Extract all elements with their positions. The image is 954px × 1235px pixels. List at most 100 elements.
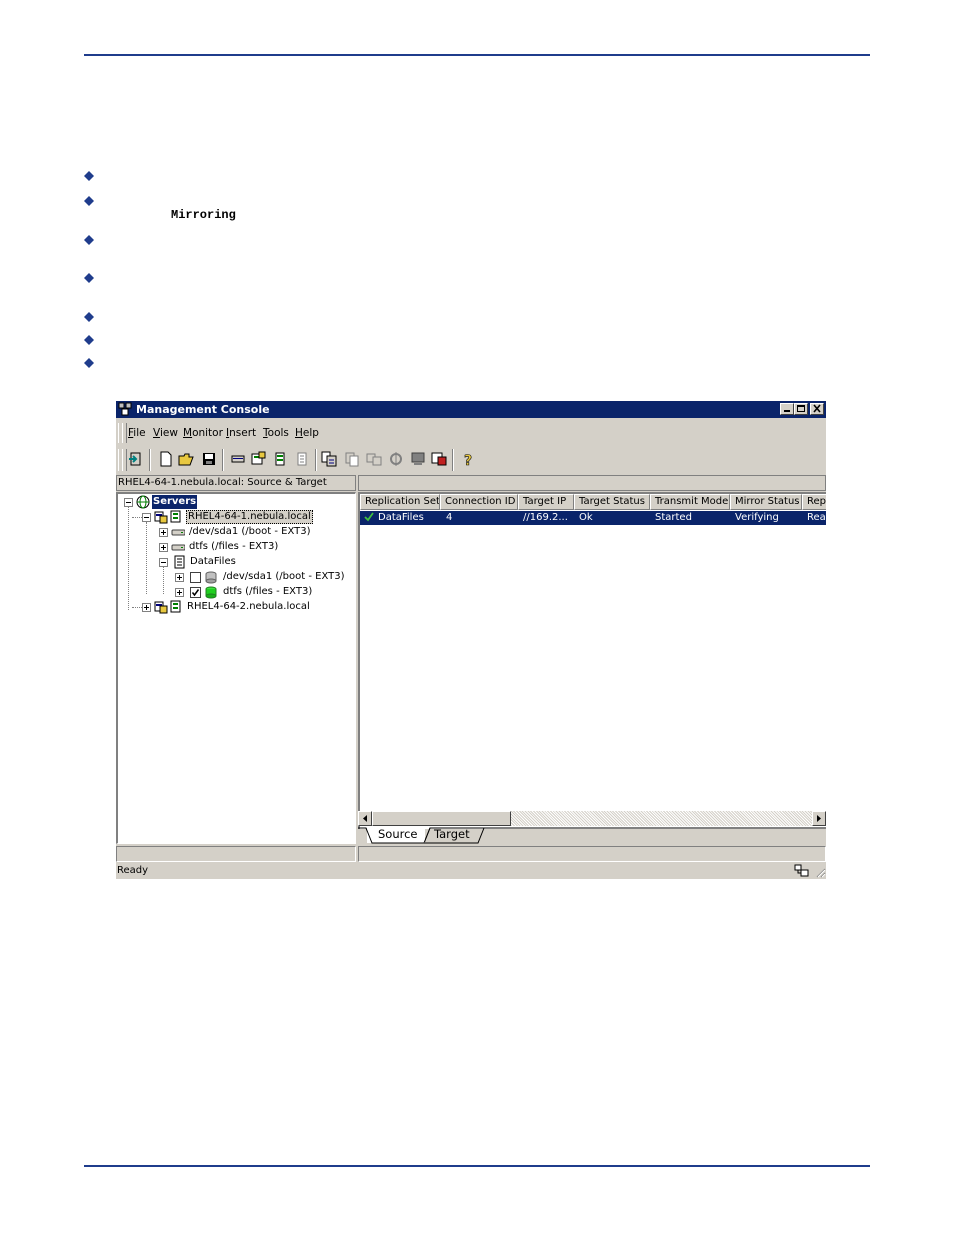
tree-node-sda1[interactable]: /dev/sda1 (/boot - EXT3)	[118, 525, 348, 539]
open-folder-icon[interactable]	[178, 451, 194, 467]
server-source-icon	[154, 600, 168, 614]
column-header-mirror-status[interactable]: Mirror Status	[730, 494, 802, 510]
server-group-icon[interactable]	[272, 451, 288, 467]
status-text: Ready	[117, 865, 149, 876]
drive-icon	[171, 525, 185, 539]
properties-icon[interactable]	[294, 451, 310, 467]
column-header-connection-id[interactable]: Connection ID	[440, 494, 518, 510]
servers-globe-icon	[136, 495, 150, 509]
status-bar: Ready	[116, 864, 826, 879]
bullet-diamond-icon	[84, 358, 94, 368]
menu-insert[interactable]: Insert	[226, 427, 256, 439]
app-icon	[118, 402, 132, 416]
minimize-button[interactable]	[780, 403, 794, 415]
tree-node-server1[interactable]: RHEL4-64-1.nebula.local	[118, 510, 348, 524]
column-header-transmit-mode[interactable]: Transmit Mode	[650, 494, 730, 510]
close-button[interactable]	[810, 403, 824, 415]
server-icon[interactable]	[230, 451, 246, 467]
tree-label: DataFiles	[190, 556, 236, 567]
checked-checkbox[interactable]	[190, 587, 201, 598]
add-server-icon[interactable]	[250, 451, 266, 467]
scroll-left-button[interactable]	[358, 811, 372, 826]
expand-icon[interactable]	[142, 603, 151, 612]
toolbar: ?	[116, 447, 826, 473]
expand-icon[interactable]	[175, 588, 184, 597]
bullet-diamond-icon	[84, 196, 94, 206]
tree-label: /dev/sda1 (/boot - EXT3)	[189, 526, 311, 537]
maximize-button[interactable]	[794, 403, 808, 415]
column-header-target-ip[interactable]: Target IP	[518, 494, 574, 510]
collapse-icon[interactable]	[142, 513, 151, 522]
tree-label: RHEL4-64-2.nebula.local	[187, 601, 310, 612]
bullet-diamond-icon	[84, 235, 94, 245]
cell-rep: Rea	[807, 512, 826, 523]
left-status-panel	[116, 846, 356, 862]
server-tree: Servers RHEL4-64-1.nebula.local /dev/sda…	[116, 492, 356, 844]
mirroring-term: Mirroring	[171, 208, 236, 222]
cell-mirror-status: Verifying	[735, 512, 779, 523]
resize-grip-icon[interactable]	[814, 866, 826, 879]
column-header-rep[interactable]: Rep	[802, 494, 826, 510]
column-header-replication-set[interactable]: Replication Set	[360, 494, 440, 510]
tab-target[interactable]: Target	[434, 827, 470, 841]
toolbar-grip[interactable]	[122, 449, 127, 471]
expand-icon[interactable]	[175, 573, 184, 582]
green-disk-icon	[204, 585, 218, 599]
tree-node-dtfs[interactable]: dtfs (/files - EXT3)	[118, 540, 348, 554]
monitor-icon[interactable]	[410, 451, 426, 467]
cell-target-ip: //169.2...	[523, 512, 568, 523]
scroll-track[interactable]	[511, 811, 812, 826]
connection-list: Replication Set Connection ID Target IP …	[358, 492, 826, 829]
window-titlebar[interactable]: Management Console	[116, 401, 826, 418]
column-header-target-status[interactable]: Target Status	[574, 494, 650, 510]
tree-node-sub-sda1[interactable]: /dev/sda1 (/boot - EXT3)	[118, 570, 348, 584]
tree-node-sub-dtfs[interactable]: dtfs (/files - EXT3)	[118, 585, 348, 599]
tab-outline	[358, 827, 826, 844]
drive-icon	[171, 540, 185, 554]
menu-tools[interactable]: Tools	[263, 427, 289, 439]
unchecked-checkbox[interactable]	[190, 572, 201, 583]
menu-file[interactable]: File	[128, 427, 146, 439]
replication-set-icon[interactable]	[321, 451, 337, 467]
connection-icon[interactable]	[366, 451, 382, 467]
window-title: Management Console	[136, 403, 270, 416]
tree-node-server2[interactable]: RHEL4-64-2.nebula.local	[118, 600, 348, 614]
horizontal-scrollbar[interactable]	[358, 811, 826, 827]
mirror-icon[interactable]	[388, 451, 404, 467]
tree-node-datafiles[interactable]: DataFiles	[118, 555, 348, 569]
toolbar-separator	[222, 449, 224, 471]
toolbar-separator	[149, 449, 151, 471]
menu-help[interactable]: Help	[295, 427, 319, 439]
scroll-thumb[interactable]	[372, 811, 511, 826]
right-pane-header	[358, 475, 826, 491]
gray-disk-icon	[204, 570, 218, 584]
scroll-right-button[interactable]	[812, 811, 826, 826]
header-rule	[84, 54, 870, 56]
svg-text:?: ?	[464, 453, 472, 467]
collapse-icon[interactable]	[124, 498, 133, 507]
bullet-diamond-icon	[84, 171, 94, 181]
tree-label: RHEL4-64-1.nebula.local	[186, 510, 313, 524]
new-file-icon[interactable]	[158, 451, 174, 467]
copy-icon[interactable]	[344, 451, 360, 467]
tree-label: dtfs (/files - EXT3)	[189, 541, 279, 552]
tab-source[interactable]: Source	[378, 827, 418, 841]
view-tabs: Source Target	[358, 827, 826, 844]
collapse-icon[interactable]	[159, 558, 168, 567]
menu-bar: File View Monitor Insert Tools Help	[116, 421, 826, 445]
menu-view[interactable]: View	[153, 427, 178, 439]
table-row[interactable]: DataFiles 4 //169.2... Ok Started Verify…	[360, 511, 826, 525]
tree-node-servers[interactable]: Servers	[118, 495, 348, 509]
replication-set-icon	[172, 555, 186, 569]
menu-monitor[interactable]: Monitor	[183, 427, 223, 439]
save-icon[interactable]	[201, 451, 217, 467]
cell-replication-set: DataFiles	[378, 512, 424, 523]
help-icon[interactable]: ?	[460, 451, 476, 467]
toolbar-separator	[315, 449, 317, 471]
connect-icon[interactable]	[128, 451, 144, 467]
failover-icon[interactable]	[431, 451, 447, 467]
menubar-grip[interactable]	[122, 423, 127, 443]
expand-icon[interactable]	[159, 543, 168, 552]
tree-label: dtfs (/files - EXT3)	[223, 586, 313, 597]
expand-icon[interactable]	[159, 528, 168, 537]
